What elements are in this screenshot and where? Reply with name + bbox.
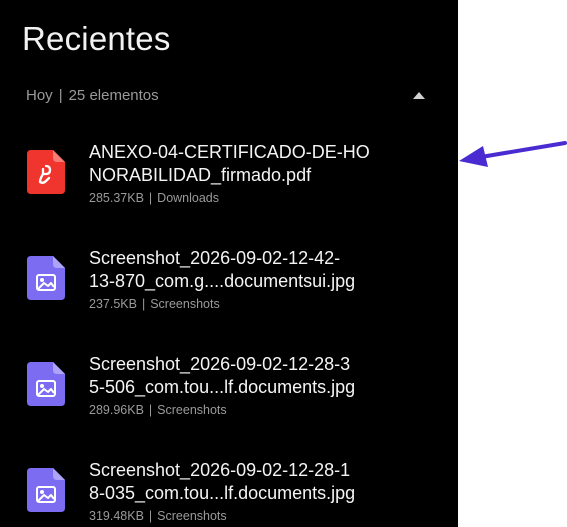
file-item[interactable]: ANEXO-04-CERTIFICADO-DE-HO NORABILIDAD_f… — [0, 128, 458, 218]
file-name-line: 13-870_com.g....documentsui.jpg — [89, 271, 356, 291]
file-name-line: ANEXO-04-CERTIFICADO-DE-HO — [89, 142, 370, 162]
file-name-line: 8-035_com.tou...lf.documents.jpg — [89, 483, 356, 503]
recent-files-screen: Recientes Hoy | 25 elementos ANEXO-04-CERT… — [0, 0, 458, 527]
page-title: Recientes — [22, 20, 171, 57]
file-location: Screenshots — [150, 297, 220, 311]
file-meta: 289.96KB | Screenshots — [89, 403, 227, 417]
file-item[interactable]: Screenshot_2026-09-02-12-28-3 5-506_com.… — [0, 340, 458, 430]
image-icon — [26, 361, 66, 407]
pdf-icon — [26, 149, 66, 195]
file-meta: 285.37KB | Downloads — [89, 191, 219, 205]
file-name: Screenshot_2026-09-02-12-42- 13-870_com.… — [89, 247, 449, 293]
file-location: Screenshots — [157, 509, 227, 523]
meta-separator: | — [141, 297, 146, 311]
file-name-line: 5-506_com.tou...lf.documents.jpg — [89, 377, 356, 397]
group-count: 25 elementos — [68, 87, 159, 104]
file-size: 237.5KB — [89, 297, 137, 311]
file-item[interactable]: Screenshot_2026-09-02-12-28-1 8-035_com.… — [0, 446, 458, 527]
group-header-today: Hoy | 25 elementos — [26, 87, 436, 107]
meta-separator: | — [148, 191, 153, 205]
file-location: Downloads — [157, 191, 220, 205]
file-meta: 319.48KB | Screenshots — [89, 509, 227, 523]
group-separator: | — [58, 87, 63, 104]
file-name: Screenshot_2026-09-02-12-28-3 5-506_com.… — [89, 353, 449, 399]
group-label: Hoy — [26, 87, 53, 104]
file-name-line: NORABILIDAD_firmado.pdf — [89, 165, 312, 185]
collapse-group-icon[interactable] — [413, 92, 425, 99]
file-name-line: Screenshot_2026-09-02-12-42- — [89, 248, 341, 268]
file-size: 289.96KB — [89, 403, 144, 417]
file-size: 285.37KB — [89, 191, 144, 205]
file-item[interactable]: Screenshot_2026-09-02-12-42- 13-870_com.… — [0, 234, 458, 324]
image-icon — [26, 467, 66, 513]
file-name: Screenshot_2026-09-02-12-28-1 8-035_com.… — [89, 459, 449, 505]
annotation-arrow-icon — [459, 141, 567, 167]
file-size: 319.48KB — [89, 509, 144, 523]
file-name-line: Screenshot_2026-09-02-12-28-1 — [89, 460, 351, 480]
image-icon — [26, 255, 66, 301]
file-name-line: Screenshot_2026-09-02-12-28-3 — [89, 354, 351, 374]
file-name: ANEXO-04-CERTIFICADO-DE-HO NORABILIDAD_f… — [89, 141, 449, 187]
meta-separator: | — [148, 509, 153, 523]
meta-separator: | — [148, 403, 153, 417]
file-location: Screenshots — [157, 403, 227, 417]
file-meta: 237.5KB | Screenshots — [89, 297, 220, 311]
